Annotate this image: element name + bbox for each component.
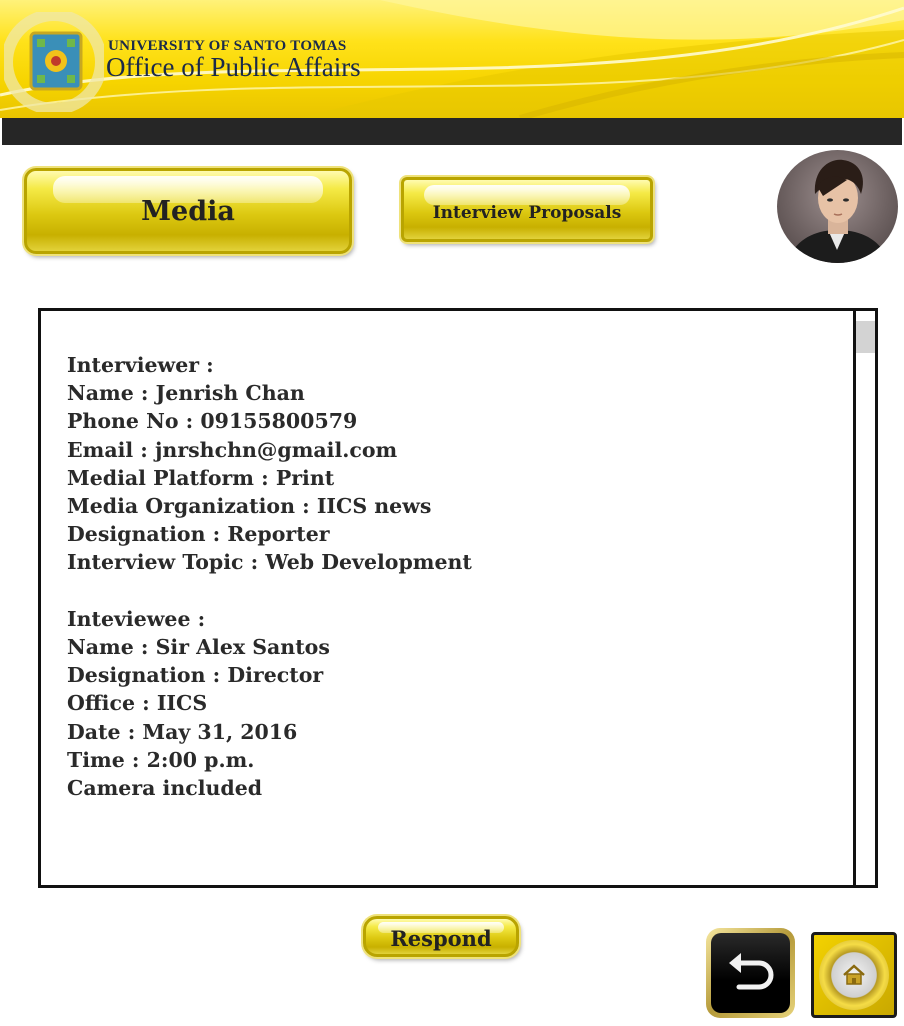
interview-proposals-button[interactable]: Interview Proposals (401, 177, 653, 242)
interview-date: Date : May 31, 2016 (67, 719, 298, 744)
user-avatar-icon (787, 159, 889, 263)
interviewer-heading: Interviewer : (67, 353, 214, 377)
interviewee-designation: Designation : Director (67, 663, 324, 688)
header-nav-bar (2, 118, 902, 145)
interview-proposals-button-label: Interview Proposals (432, 202, 622, 223)
university-seal-icon (4, 12, 104, 112)
media-button-label: Media (141, 195, 235, 227)
user-avatar[interactable] (777, 150, 898, 263)
back-arrow-icon (728, 953, 773, 990)
interviewer-designation: Designation : Reporter (67, 522, 330, 547)
back-button-face (711, 933, 790, 1013)
interviewer-name: Name : Jenrish Chan (67, 381, 305, 406)
interview-topic: Interview Topic : Web Development (67, 550, 472, 575)
camera-note: Camera included (67, 776, 263, 801)
interviewee-office: Office : IICS (67, 691, 208, 716)
header-banner: UNIVERSITY OF SANTO TOMAS Office of Publ… (0, 0, 904, 118)
proposal-details-text: Interviewer : Name : Jenrish Chan Phone … (67, 351, 472, 802)
interviewer-phone: Phone No : 09155800579 (67, 409, 358, 434)
interviewee-name: Name : Sir Alex Santos (67, 635, 330, 660)
interviewer-organization: Media Organization : IICS news (67, 494, 432, 519)
interviewee-heading: Inteviewee : (67, 606, 206, 631)
scrollbar-thumb[interactable] (856, 321, 875, 353)
home-icon (843, 964, 865, 985)
respond-button-label: Respond (390, 926, 492, 951)
home-button-ring (819, 940, 889, 1010)
details-scrollbar[interactable] (853, 311, 875, 885)
interview-time: Time : 2:00 p.m. (67, 747, 255, 772)
home-button[interactable] (811, 932, 897, 1018)
interviewer-platform: Medial Platform : Print (67, 465, 335, 490)
office-name: Office of Public Affairs (106, 52, 361, 82)
section-gap (67, 577, 472, 605)
back-button[interactable] (706, 928, 795, 1018)
respond-button[interactable]: Respond (363, 916, 519, 957)
proposal-details-panel[interactable]: Interviewer : Name : Jenrish Chan Phone … (38, 308, 878, 888)
interviewer-email: Email : jnrshchn@gmail.com (67, 437, 398, 462)
media-button[interactable]: Media (24, 168, 352, 254)
